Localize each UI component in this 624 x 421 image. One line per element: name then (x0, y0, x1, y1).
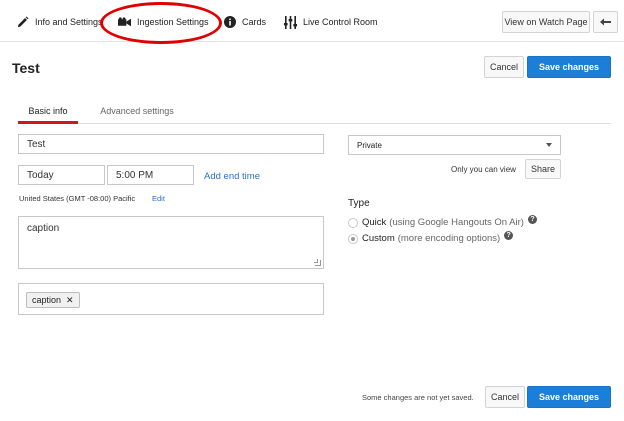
nav-cards[interactable]: Cards (224, 12, 266, 32)
privacy-select[interactable]: Private (348, 135, 561, 155)
tag-chip: caption ✕ (26, 292, 80, 308)
description-textarea[interactable]: caption (18, 216, 324, 269)
tab-advanced-settings[interactable]: Advanced settings (98, 98, 176, 123)
radio-custom-button[interactable] (348, 233, 358, 244)
nav-info-and-settings-label: Info and Settings (35, 17, 103, 27)
tag-chip-label: caption (32, 295, 62, 305)
timezone-text: United States (GMT -08:00) Pacific (19, 194, 136, 203)
nav-cards-label: Cards (242, 17, 267, 27)
pencil-icon (17, 16, 29, 27)
radio-quick-detail: (using Google Hangouts On Air) (389, 217, 524, 228)
description-text: caption (27, 223, 60, 234)
help-icon[interactable]: ? (527, 215, 537, 224)
timezone-edit-link[interactable]: Edit (152, 194, 165, 203)
privacy-note: Only you can view (451, 165, 516, 174)
footer-save-changes-button[interactable]: Save changes (527, 386, 611, 408)
info-icon (224, 16, 236, 28)
back-arrow-icon (599, 18, 611, 25)
remove-tag-icon[interactable]: ✕ (66, 295, 74, 306)
tab-bar: Basic info Advanced settings (18, 98, 611, 124)
annotation-circle (100, 2, 222, 44)
unsaved-status: Some changes are not yet saved. (362, 393, 474, 402)
help-icon[interactable]: ? (504, 231, 514, 240)
title-input[interactable]: Test (18, 134, 324, 154)
date-input[interactable]: Today (18, 165, 105, 185)
type-heading: Type (348, 198, 370, 209)
sliders-icon (284, 15, 297, 29)
radio-quick-label: Quick (362, 217, 387, 228)
time-input[interactable]: 5:00 PM (107, 165, 194, 185)
nav-info-and-settings[interactable]: Info and Settings (16, 12, 103, 32)
view-on-watch-page-button[interactable]: View on Watch Page (502, 11, 590, 33)
resize-handle[interactable] (314, 259, 321, 266)
back-button[interactable] (593, 11, 618, 33)
radio-quick[interactable]: Quick (using Google Hangouts On Air) ? (348, 215, 537, 228)
radio-custom-label: Custom (362, 233, 395, 244)
add-end-time-link[interactable]: Add end time (204, 171, 260, 182)
nav-live-control-room-label: Live Control Room (303, 17, 378, 27)
radio-quick-button[interactable] (348, 217, 358, 228)
radio-custom-detail: (more encoding options) (397, 233, 501, 244)
top-nav: Info and Settings Ingestion Settings Car… (0, 0, 624, 42)
cancel-button[interactable]: Cancel (484, 56, 524, 78)
chevron-down-icon (546, 143, 552, 147)
privacy-selected-value: Private (357, 140, 382, 150)
share-button[interactable]: Share (525, 159, 561, 179)
page-title: Test (12, 60, 40, 76)
radio-custom[interactable]: Custom (more encoding options) ? (348, 231, 514, 244)
tab-basic-info[interactable]: Basic info (18, 98, 78, 124)
save-changes-button[interactable]: Save changes (527, 56, 611, 78)
footer-cancel-button[interactable]: Cancel (485, 386, 525, 408)
nav-live-control-room[interactable]: Live Control Room (284, 12, 378, 32)
